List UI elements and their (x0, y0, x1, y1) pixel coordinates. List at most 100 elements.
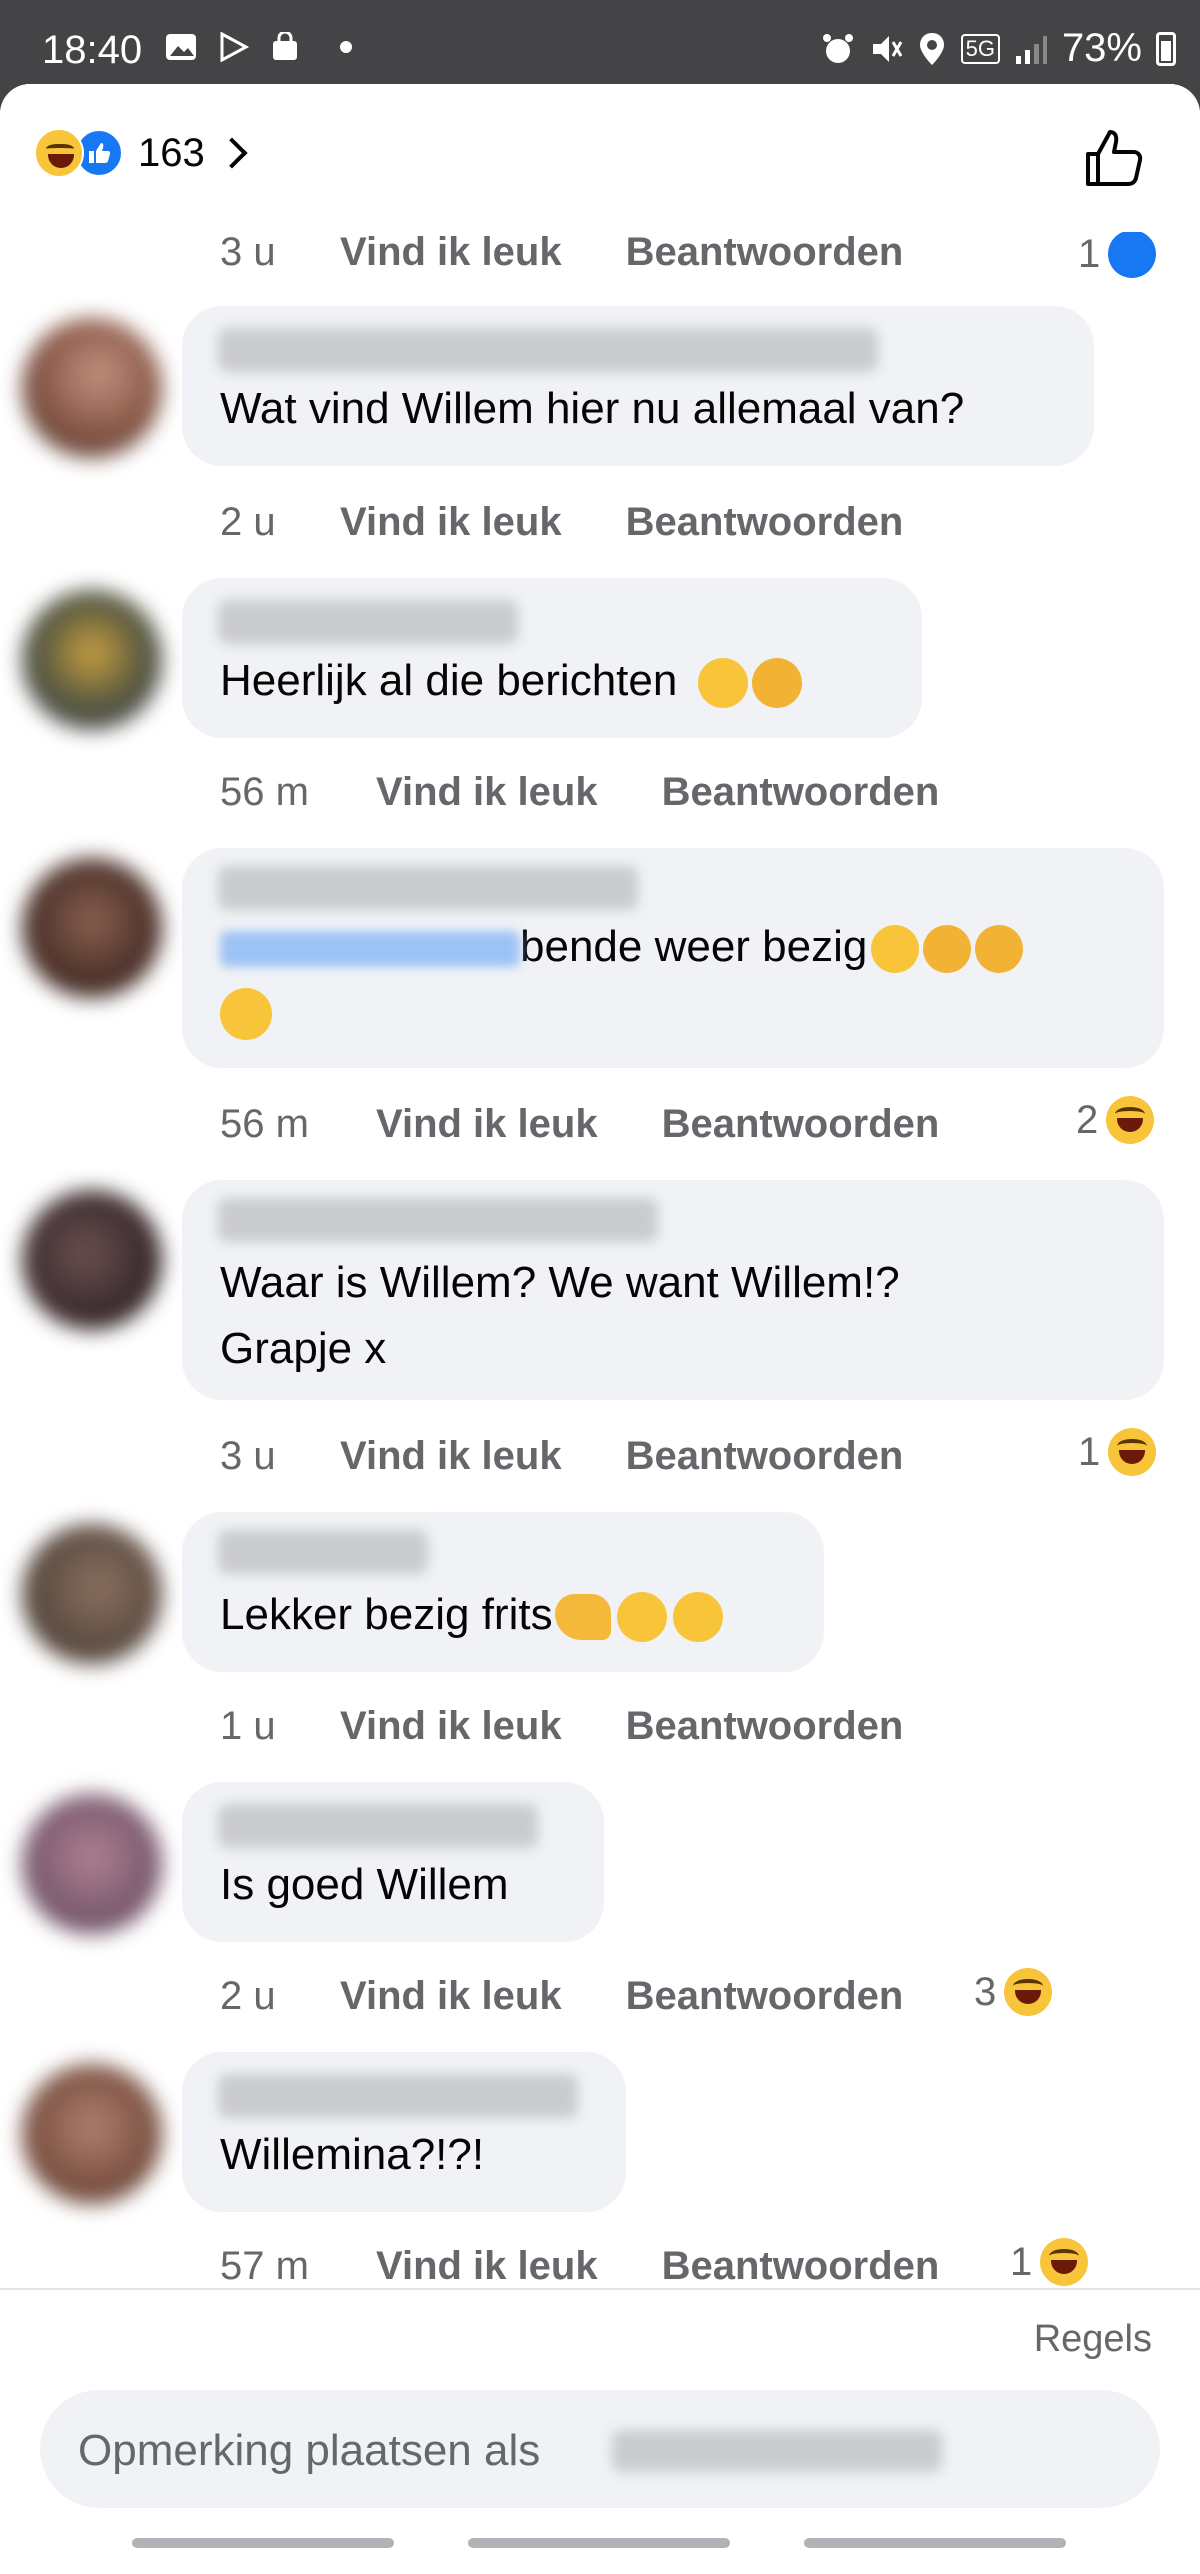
comment-meta: 56 m Vind ik leuk Beantwoorden (220, 1102, 939, 1147)
rolling-laughing-icon (744, 651, 809, 716)
avatar[interactable] (22, 2064, 162, 2204)
comment-meta: 3 u Vind ik leuk Beantwoorden (220, 230, 903, 275)
haha-reaction-icon (1108, 1428, 1157, 1476)
comment-text: Willemina?!?! (220, 2130, 485, 2179)
avatar[interactable] (22, 318, 162, 458)
comment-author-name[interactable] (218, 1804, 538, 1848)
comment-bubble[interactable]: Waar is Willem? We want Willem!? Grapje … (182, 1180, 1164, 1400)
like-link[interactable]: Vind ik leuk (340, 500, 562, 545)
chevron-right-icon (216, 137, 248, 169)
comment-time: 2 u (220, 500, 276, 544)
reaction-count: 1 (1010, 2239, 1033, 2284)
like-link[interactable]: Vind ik leuk (376, 1102, 598, 1147)
comment-meta: 2 u Vind ik leuk Beantwoorden (220, 500, 903, 545)
comment-time: 56 m (220, 770, 309, 814)
comment-text: Wat vind Willem hier nu allemaal van? (220, 384, 965, 433)
nav-home-button[interactable] (468, 2538, 730, 2548)
comment-bubble[interactable]: Heerlijk al die berichten (182, 578, 922, 738)
composer-account-name (612, 2430, 942, 2472)
comment-author-name[interactable] (218, 600, 518, 644)
avatar[interactable] (22, 858, 162, 998)
avatar[interactable] (22, 1190, 162, 1330)
like-link[interactable]: Vind ik leuk (340, 1704, 562, 1749)
comment-author-name[interactable] (218, 328, 878, 372)
comment-meta: 1 u Vind ik leuk Beantwoorden (220, 1704, 903, 1749)
comment-composer[interactable]: Opmerking plaatsen als (40, 2390, 1160, 2508)
comment-time: 3 u (220, 1434, 276, 1478)
face-with-tears-of-joy-icon (697, 658, 748, 709)
avatar[interactable] (22, 1524, 162, 1664)
comment-reaction-badge[interactable]: 1 (1078, 1428, 1157, 1476)
reply-link[interactable]: Beantwoorden (662, 770, 940, 815)
haha-reaction-icon (1040, 2238, 1089, 2286)
comment-bubble[interactable]: Willemina?!?! (182, 2052, 626, 2212)
comment-text: Lekker bezig frits (220, 1590, 723, 1643)
reaction-count: 1 (1078, 1429, 1101, 1474)
comment-meta: 56 m Vind ik leuk Beantwoorden (220, 770, 939, 815)
comment-bubble[interactable]: bende weer bezig (182, 848, 1164, 1068)
comment-bubble[interactable]: Lekker bezig frits (182, 1512, 824, 1672)
reply-link[interactable]: Beantwoorden (662, 2244, 940, 2289)
rules-link[interactable]: Regels (1034, 2318, 1152, 2361)
haha-reaction-icon (1106, 1096, 1155, 1144)
comment-time: 56 m (220, 1102, 309, 1146)
sheet-header: 163 (0, 84, 1200, 232)
status-right-icons: 5G 73% (821, 26, 1176, 71)
comment-bubble[interactable]: Is goed Willem (182, 1782, 604, 1942)
comment-text: Is goed Willem (220, 1860, 509, 1909)
comment-reaction-badge[interactable]: 2 (1076, 1096, 1155, 1144)
footer-divider (0, 2288, 1200, 2290)
like-link[interactable]: Vind ik leuk (340, 1434, 562, 1479)
avatar[interactable] (22, 1794, 162, 1934)
notification-dot-icon (340, 41, 352, 53)
location-icon (919, 32, 944, 65)
comment-time: 2 u (220, 1974, 276, 2018)
flexed-biceps-icon (554, 1594, 611, 1641)
network-5g-icon: 5G (960, 33, 1000, 64)
comment-time: 57 m (220, 2244, 309, 2288)
battery-icon (1156, 31, 1176, 66)
nav-back-button[interactable] (804, 2538, 1066, 2548)
nav-recents-button[interactable] (132, 2538, 394, 2548)
reply-link[interactable]: Beantwoorden (626, 500, 904, 545)
comment-author-name[interactable] (218, 866, 638, 910)
comment-reaction-badge[interactable]: 3 (974, 1968, 1053, 2016)
comments-sheet: 163 3 u Vind ik leuk Beantwoorden 1 Wat … (0, 84, 1200, 2574)
comment-text: Heerlijk al die berichten (220, 651, 809, 716)
comment-author-name[interactable] (218, 1530, 428, 1574)
mention-tag[interactable] (220, 931, 520, 968)
reaction-count: 163 (138, 130, 205, 175)
comment-text-content: Heerlijk al die berichten (220, 656, 678, 705)
comment-author-name[interactable] (218, 1198, 658, 1242)
status-bar: 18:40 5G 73% (0, 0, 1200, 84)
like-link[interactable]: Vind ik leuk (376, 770, 598, 815)
comment-meta: 3 u Vind ik leuk Beantwoorden (220, 1434, 903, 1479)
alarm-icon (822, 33, 853, 63)
reply-link[interactable]: Beantwoorden (626, 1704, 904, 1749)
reaction-count: 3 (974, 1969, 997, 2014)
avatar[interactable] (22, 590, 162, 730)
reply-link[interactable]: Beantwoorden (626, 1974, 904, 2019)
like-thumb-icon[interactable] (1082, 126, 1146, 190)
play-store-icon (220, 32, 250, 62)
haha-reaction-icon (1004, 1968, 1053, 2016)
like-link[interactable]: Vind ik leuk (340, 1974, 562, 2019)
comment-text-content: bende weer bezig (520, 922, 868, 971)
reactions-summary[interactable]: 163 (34, 128, 248, 178)
comment-reaction-badge[interactable]: 1 (1078, 230, 1157, 278)
shopping-bag-icon (273, 32, 297, 60)
reaction-count: 2 (1076, 1097, 1099, 1142)
comment-bubble[interactable]: Wat vind Willem hier nu allemaal van? (182, 306, 1094, 466)
comment-author-name[interactable] (218, 2074, 578, 2118)
rolling-laughing-icon (916, 918, 979, 981)
comment-reaction-badge[interactable]: 1 (1010, 2238, 1089, 2286)
like-link[interactable]: Vind ik leuk (376, 2244, 598, 2289)
comment-text-content: Lekker bezig frits (220, 1590, 553, 1639)
comment-text-line-1: Waar is Willem? We want Willem!? (220, 1258, 900, 1307)
composer-placeholder: Opmerking plaatsen als (78, 2426, 541, 2475)
reply-link[interactable]: Beantwoorden (626, 1434, 904, 1479)
reply-link[interactable]: Beantwoorden (626, 230, 904, 275)
like-link[interactable]: Vind ik leuk (340, 230, 562, 275)
reply-link[interactable]: Beantwoorden (662, 1102, 940, 1147)
reaction-count: 1 (1078, 231, 1101, 276)
